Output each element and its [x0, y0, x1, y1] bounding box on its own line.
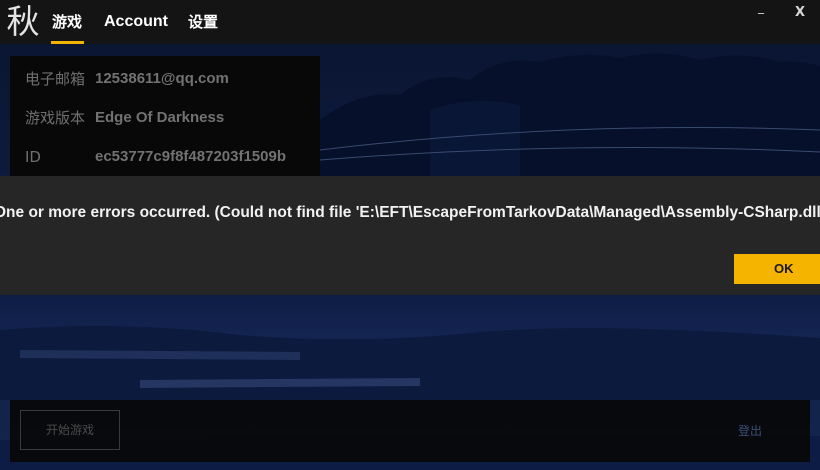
start-game-button[interactable]: 开始游戏 [20, 410, 120, 450]
email-value: 12538611@qq.com [95, 70, 229, 87]
bottom-bar: 开始游戏 登出 [10, 400, 810, 462]
account-info-panel: 电子邮箱 12538611@qq.com 游戏版本 Edge Of Darkne… [10, 56, 320, 196]
id-value: ec53777c9f8f487203f1509b [95, 148, 286, 165]
error-message: One or more errors occurred. (Could not … [0, 204, 820, 221]
active-tab-indicator [51, 41, 84, 44]
tab-game[interactable]: 游戏 [52, 12, 82, 32]
logout-button[interactable]: 登出 [720, 420, 780, 442]
error-dialog: One or more errors occurred. (Could not … [0, 176, 820, 295]
close-icon[interactable]: X [785, 0, 815, 26]
email-label: 电子邮箱 [25, 70, 86, 88]
app-logo: 秋 [6, 2, 40, 41]
id-label: ID [25, 148, 41, 166]
ok-button[interactable]: OK [734, 254, 820, 284]
minimize-icon[interactable]: _ [746, 0, 776, 26]
ok-button-label: OK [774, 261, 794, 276]
title-bar: 秋 游戏 Account 设置 _ X [0, 0, 820, 44]
tab-account[interactable]: Account [104, 12, 168, 32]
tab-settings[interactable]: 设置 [188, 12, 218, 32]
game-version-value: Edge Of Darkness [95, 109, 225, 126]
game-version-label: 游戏版本 [25, 109, 86, 127]
